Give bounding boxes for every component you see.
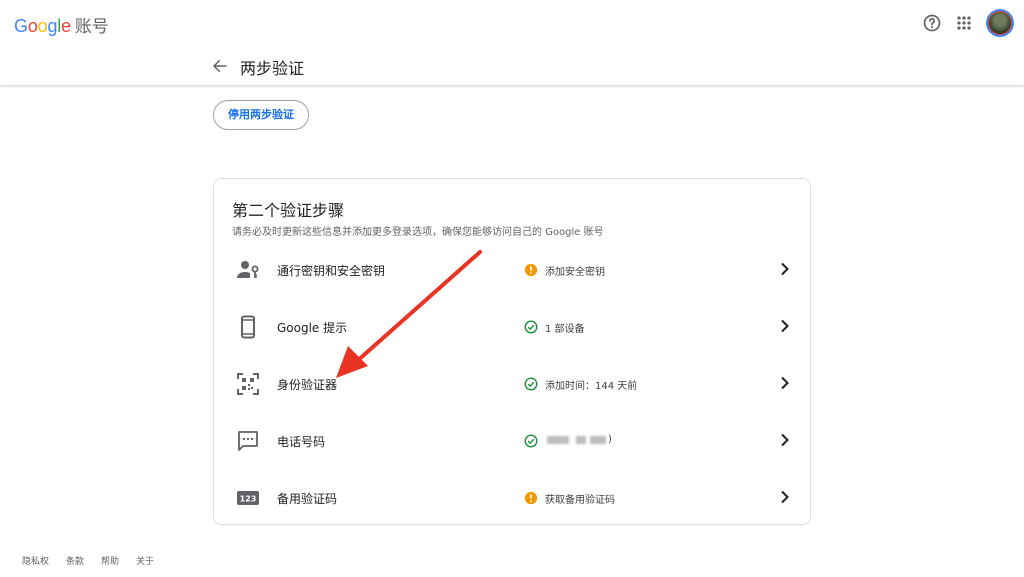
row-label: 备用验证码 xyxy=(277,492,338,506)
phone-icon xyxy=(241,315,255,339)
row-status: 1 部设备 xyxy=(545,324,585,335)
logo-letter: e xyxy=(61,16,71,36)
warning-icon xyxy=(524,263,538,277)
row-phone-number[interactable]: 电话号码 ) xyxy=(214,412,810,469)
check-icon xyxy=(524,320,538,334)
svg-text:123: 123 xyxy=(240,495,257,504)
footer-link-about[interactable]: 关于 xyxy=(136,554,154,567)
page-title: 两步验证 xyxy=(240,59,305,78)
disable-2sv-button[interactable]: 停用两步验证 xyxy=(213,100,309,130)
footer-links: 隐私权 条款 帮助 关于 xyxy=(22,554,171,567)
footer-link-terms[interactable]: 条款 xyxy=(66,554,84,567)
redacted-text xyxy=(576,436,586,444)
chevron-right-icon xyxy=(781,376,789,390)
row-status: 添加时间：144 天前 xyxy=(545,381,638,392)
message-icon xyxy=(238,431,258,451)
chevron-right-icon xyxy=(781,262,789,276)
row-google-prompt[interactable]: Google 提示 1 部设备 xyxy=(214,298,810,355)
logo-letter: o xyxy=(27,16,38,36)
check-icon xyxy=(524,377,538,391)
row-label: 通行密钥和安全密钥 xyxy=(277,264,386,278)
row-label: 身份验证器 xyxy=(277,378,338,392)
arrow-left-icon[interactable] xyxy=(211,57,229,75)
chevron-right-icon xyxy=(781,490,789,504)
footer-link-help[interactable]: 帮助 xyxy=(101,554,119,567)
row-status: ) xyxy=(608,434,612,445)
passkey-person-icon xyxy=(237,261,259,278)
logo-letter: o xyxy=(37,16,48,36)
row-authenticator[interactable]: 身份验证器 添加时间：144 天前 xyxy=(214,355,810,412)
card-title: 第二个验证步骤 xyxy=(232,201,345,220)
row-label: 电话号码 xyxy=(277,435,326,449)
avatar[interactable] xyxy=(986,9,1014,37)
footer-link-privacy[interactable]: 隐私权 xyxy=(22,554,49,567)
qr-scan-icon xyxy=(237,373,259,395)
backup-codes-icon: 123 xyxy=(237,491,259,505)
redacted-text xyxy=(547,436,569,444)
product-name: 账号 xyxy=(74,17,109,37)
page-header-bar: 两步验证 xyxy=(0,46,1024,86)
chevron-right-icon xyxy=(781,319,789,333)
google-account-logo[interactable]: Google 账号 xyxy=(14,12,109,37)
row-status: 获取备用验证码 xyxy=(545,495,615,506)
logo-letter: g xyxy=(47,16,58,36)
card-subtitle: 请务必及时更新这些信息并添加更多登录选项，确保您能够访问自己的 Google 账… xyxy=(232,227,604,238)
help-icon[interactable] xyxy=(922,13,942,33)
logo-letter: G xyxy=(14,16,28,36)
row-backup-codes[interactable]: 123 备用验证码 获取备用验证码 xyxy=(214,469,810,526)
row-passkeys[interactable]: 通行密钥和安全密钥 添加安全密钥 xyxy=(214,241,810,298)
top-header: Google 账号 xyxy=(0,0,1024,46)
row-status: 添加安全密钥 xyxy=(545,267,605,278)
check-icon xyxy=(524,434,538,448)
chevron-right-icon xyxy=(781,433,789,447)
row-label: Google 提示 xyxy=(277,321,348,335)
warning-icon xyxy=(524,491,538,505)
redacted-text xyxy=(590,436,606,444)
second-steps-card: 第二个验证步骤 请务必及时更新这些信息并添加更多登录选项，确保您能够访问自己的 … xyxy=(213,178,811,525)
apps-grid-icon[interactable] xyxy=(954,13,974,33)
